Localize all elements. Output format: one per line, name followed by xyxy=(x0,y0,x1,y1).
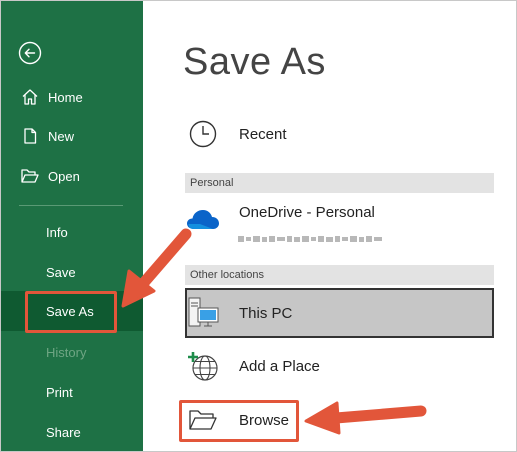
location-label: OneDrive - Personal xyxy=(239,203,375,221)
onedrive-cloud-icon xyxy=(185,202,221,238)
redacted-account-email xyxy=(238,236,382,242)
section-header-personal: Personal xyxy=(185,173,494,193)
location-onedrive[interactable]: OneDrive - Personal xyxy=(185,202,375,238)
annotation-box-browse xyxy=(179,400,299,442)
sidebar-item-label: Info xyxy=(46,224,68,240)
save-as-pane: Save As Recent Personal OneDrive - Perso… xyxy=(143,1,516,451)
annotation-box-save-as xyxy=(25,291,117,333)
back-button[interactable] xyxy=(18,41,42,65)
sidebar-item-label: New xyxy=(48,128,75,144)
sidebar-divider xyxy=(19,205,123,206)
sidebar-item-label: Home xyxy=(48,89,83,105)
location-label: This PC xyxy=(239,304,293,322)
section-header-other-locations: Other locations xyxy=(185,265,494,285)
location-recent[interactable]: Recent xyxy=(185,116,287,152)
home-icon xyxy=(20,87,40,107)
location-add-place[interactable]: Add a Place xyxy=(185,348,320,384)
page-title: Save As xyxy=(183,41,326,83)
sidebar-item-save[interactable]: Save xyxy=(1,255,143,289)
new-file-icon xyxy=(20,126,40,146)
backstage-sidebar: Home New Open Info Save Save As History … xyxy=(1,1,143,451)
back-arrow-icon xyxy=(18,41,42,65)
computer-icon xyxy=(185,295,221,331)
sidebar-item-label: History xyxy=(46,344,87,360)
location-label: Recent xyxy=(239,125,287,143)
sidebar-item-open[interactable]: Open xyxy=(1,159,143,193)
add-place-globe-icon xyxy=(185,348,221,384)
sidebar-item-info[interactable]: Info xyxy=(1,215,143,249)
sidebar-item-label: Open xyxy=(48,168,80,184)
folder-open-icon xyxy=(20,166,40,186)
sidebar-item-share[interactable]: Share xyxy=(1,415,143,449)
sidebar-item-label: Save xyxy=(46,264,76,280)
clock-icon xyxy=(185,116,221,152)
save-as-window: Home New Open Info Save Save As History … xyxy=(0,0,517,452)
location-label: Add a Place xyxy=(239,357,320,375)
sidebar-item-history: History xyxy=(1,335,143,369)
sidebar-item-home[interactable]: Home xyxy=(1,80,143,114)
sidebar-item-label: Share xyxy=(46,424,81,440)
sidebar-item-print[interactable]: Print xyxy=(1,375,143,409)
location-this-pc-content: This PC xyxy=(185,295,292,331)
sidebar-item-label: Print xyxy=(46,384,73,400)
sidebar-item-new[interactable]: New xyxy=(1,119,143,153)
